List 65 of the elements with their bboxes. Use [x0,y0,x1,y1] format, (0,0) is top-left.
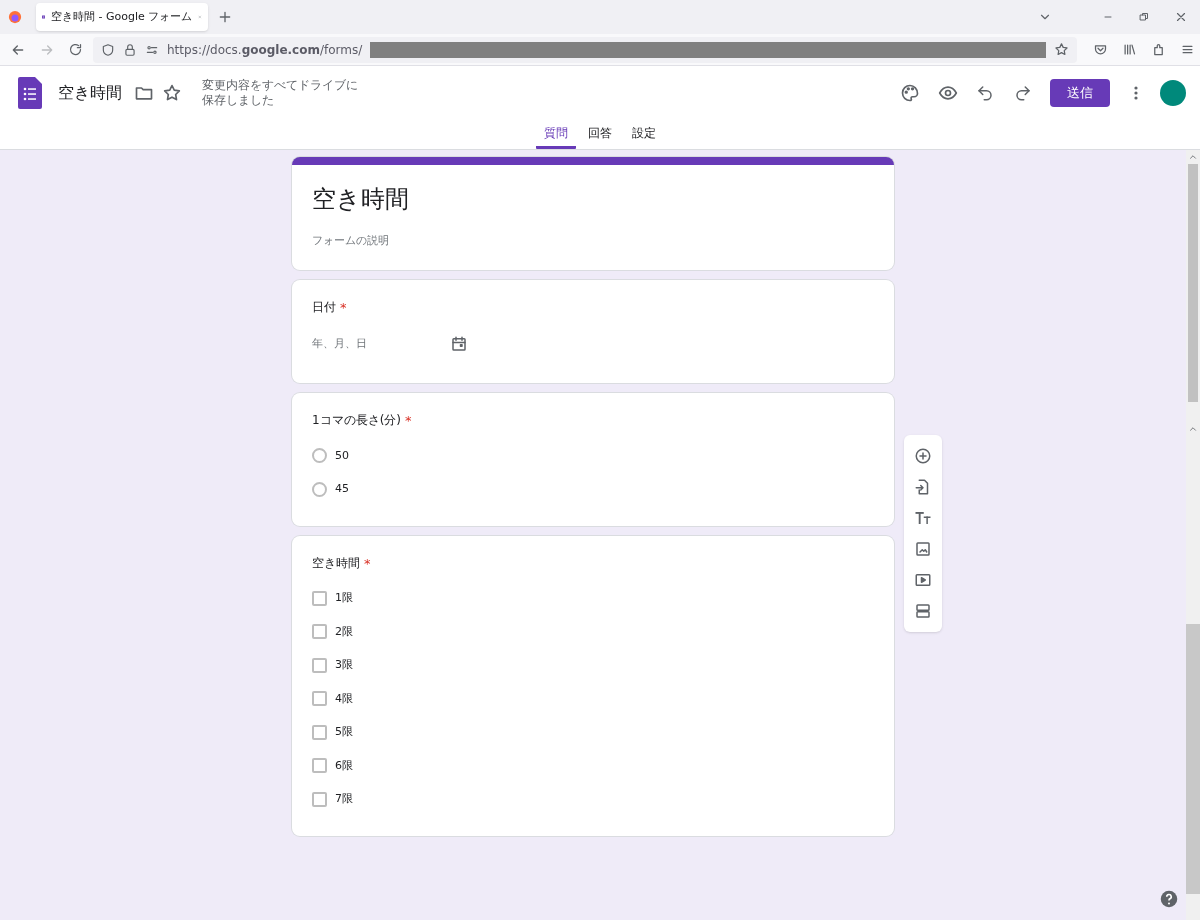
checkbox[interactable] [312,724,327,740]
calendar-icon[interactable] [450,335,468,353]
avatar[interactable] [1160,80,1186,106]
browser-tab[interactable]: 空き時間 - Google フォーム [36,3,208,31]
new-tab-icon[interactable] [217,9,233,25]
pocket-icon[interactable] [1093,42,1108,57]
extensions-icon[interactable] [1151,42,1166,57]
option-label: 2限 [335,623,353,640]
tab-title: 空き時間 - Google フォーム [51,8,193,25]
star-icon[interactable] [162,83,182,103]
more-icon[interactable] [1134,86,1138,100]
scroll-up-icon[interactable] [1188,424,1198,434]
image-icon[interactable] [914,539,932,558]
required-mark: * [340,298,347,317]
lock-icon [123,42,137,57]
option-label: 1限 [335,590,353,606]
checkbox[interactable] [312,791,327,807]
redo-icon[interactable] [1014,84,1032,102]
question-title: 1コマの長さ(分) [312,412,401,429]
tab[interactable]: 質問 [536,120,576,149]
checkbox[interactable] [312,758,327,774]
required-mark: * [364,554,371,573]
radio-button[interactable] [312,481,327,497]
undo-icon[interactable] [976,84,994,102]
option-label: 7限 [335,791,353,807]
library-icon[interactable] [1122,42,1137,57]
address-bar[interactable]: https://docs.google.com/forms/ [93,36,1077,63]
option-label: 50 [335,447,349,464]
help-icon[interactable] [1160,890,1178,908]
tab[interactable]: 設定 [624,120,664,149]
url-text: https://docs.google.com/forms/ [167,41,363,59]
save-status: 変更内容をすべてドライブに保存しました [202,78,359,108]
shield-icon [101,42,115,57]
checkbox[interactable] [312,657,327,673]
date-field[interactable]: 年、月、日 [312,335,468,357]
tab[interactable]: 回答 [580,120,620,149]
form-heading[interactable]: 空き時間 [312,181,874,217]
checkbox[interactable] [312,691,327,707]
description-field[interactable]: フォームの説明 [312,233,874,250]
section-icon[interactable] [914,601,932,620]
palette-icon[interactable] [900,83,920,103]
eye-icon[interactable] [938,83,958,103]
scrollbar-thumb[interactable] [1186,624,1200,894]
option-label: 4限 [335,690,353,707]
forms-logo-icon[interactable] [18,77,42,109]
add-circle-icon[interactable] [914,447,932,466]
option-label: 6限 [335,757,353,774]
checkbox[interactable] [312,624,327,640]
browser-logo-icon[interactable] [8,10,22,24]
question-title: 空き時間 [312,554,360,572]
option-label: 3限 [335,657,353,673]
option-label: 45 [335,481,349,497]
restore-icon[interactable] [1138,11,1150,23]
required-mark: * [405,412,412,430]
question-title: 日付 [312,298,336,316]
reload-icon[interactable] [68,42,83,57]
option-label: 5限 [335,724,353,740]
form-title[interactable]: 空き時間 [58,81,122,105]
close-icon[interactable] [1174,10,1188,24]
send-button[interactable]: 送信 [1050,79,1110,107]
scroll-up-icon[interactable] [1188,152,1198,162]
radio-button[interactable] [312,448,327,464]
scrollbar-thumb[interactable] [1188,164,1198,402]
checkbox[interactable] [312,590,327,606]
bookmark-star-icon[interactable] [1054,42,1069,57]
